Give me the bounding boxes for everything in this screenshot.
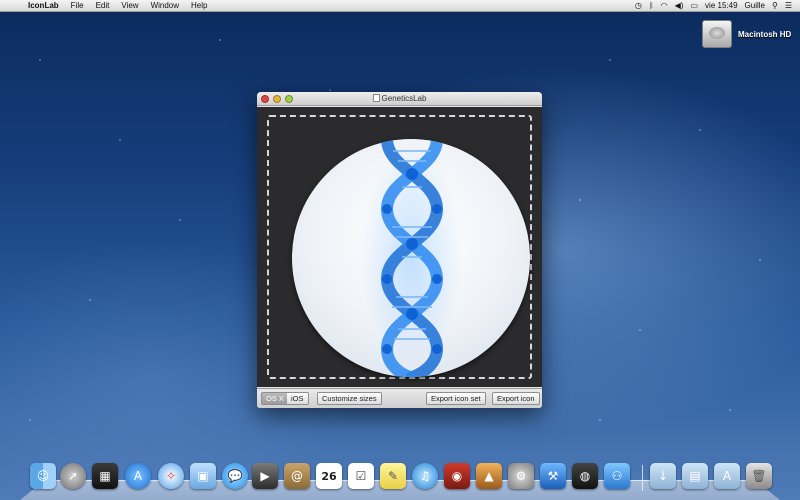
photo-booth-icon[interactable]: ◉: [444, 463, 470, 489]
window-titlebar[interactable]: GeneticsLab: [257, 92, 542, 106]
menu-bar: IconLab File Edit View Window Help ◷ ᛒ ◠…: [0, 0, 800, 12]
drive-label: Macintosh HD: [738, 30, 792, 39]
dna-helix-icon: [361, 139, 461, 377]
wifi-icon[interactable]: ◠: [661, 0, 668, 12]
applications-folder-icon[interactable]: A: [714, 463, 740, 489]
preview-icon[interactable]: ▣: [190, 463, 216, 489]
user-name[interactable]: Guille: [745, 0, 765, 12]
status-area: ◷ ᛒ ◠ ◀) ▭ vie 15:49 Guille ⚲ ☰: [635, 0, 800, 12]
window-title-text: GeneticsLab: [381, 94, 427, 103]
menu-help[interactable]: Help: [185, 0, 213, 12]
menu-window[interactable]: Window: [145, 0, 185, 12]
downloads-folder-icon[interactable]: ↓: [650, 463, 676, 489]
dock: ☺ ➚ ▦ A ✧ ▣ 💬 ▶ @ 26 ☑ ✎ ♫ ◉ ▲ ⚙ ⚒ ◍ ⚇ ↓…: [30, 463, 775, 495]
osx-toggle-button[interactable]: OS X: [261, 392, 289, 405]
desktop-drive[interactable]: Macintosh HD: [696, 20, 796, 60]
battery-icon[interactable]: ▭: [690, 0, 698, 12]
finder-icon[interactable]: ☺: [30, 463, 56, 489]
mission-control-icon[interactable]: ▦: [92, 463, 118, 489]
icon-canvas: [257, 107, 542, 387]
trash-icon[interactable]: 🗑: [746, 463, 772, 489]
ios-toggle-button[interactable]: iOS: [287, 392, 309, 405]
documents-folder-icon[interactable]: ▤: [682, 463, 708, 489]
bluetooth-icon[interactable]: ᛒ: [649, 0, 654, 12]
messages-icon[interactable]: 💬: [222, 463, 248, 489]
notes-icon[interactable]: ✎: [380, 463, 406, 489]
itunes-icon[interactable]: ♫: [412, 463, 438, 489]
contacts-icon[interactable]: @: [284, 463, 310, 489]
menu-view[interactable]: View: [115, 0, 144, 12]
blue-app-icon[interactable]: ⚇: [604, 463, 630, 489]
window-toolbar: OS X iOS Customize sizes Export icon set…: [257, 388, 542, 408]
clock[interactable]: vie 15:49: [705, 0, 737, 12]
customize-sizes-button[interactable]: Customize sizes: [317, 392, 382, 405]
volume-icon[interactable]: ◀): [675, 0, 684, 12]
system-preferences-icon[interactable]: ⚙: [508, 463, 534, 489]
menu-edit[interactable]: Edit: [90, 0, 116, 12]
icon-drop-zone[interactable]: [267, 115, 532, 379]
export-icon-set-button[interactable]: Export icon set: [426, 392, 486, 405]
hard-drive-icon[interactable]: [702, 20, 732, 48]
safari-icon[interactable]: ✧: [158, 463, 184, 489]
export-icon-button[interactable]: Export icon: [492, 392, 540, 405]
menu-file[interactable]: File: [65, 0, 90, 12]
reminders-icon[interactable]: ☑: [348, 463, 374, 489]
dna-icon-preview: [292, 139, 530, 377]
launchpad-icon[interactable]: ➚: [60, 463, 86, 489]
window-title: GeneticsLab: [257, 94, 542, 103]
time-machine-icon[interactable]: ◷: [635, 0, 642, 12]
app-store-icon[interactable]: A: [125, 463, 151, 489]
calendar-icon[interactable]: 26: [316, 463, 342, 489]
facetime-icon[interactable]: ▶: [252, 463, 278, 489]
xcode-icon[interactable]: ⚒: [540, 463, 566, 489]
iconlab-window: GeneticsLab OS X iOS Customize sizes Exp…: [257, 92, 542, 408]
iphoto-icon[interactable]: ▲: [476, 463, 502, 489]
menu-app-name[interactable]: IconLab: [22, 0, 65, 12]
dock-separator: [642, 465, 643, 491]
spotlight-icon[interactable]: ⚲: [772, 0, 778, 12]
notification-center-icon[interactable]: ☰: [785, 0, 792, 12]
iconlab-icon[interactable]: ◍: [572, 463, 598, 489]
document-icon: [372, 94, 380, 102]
